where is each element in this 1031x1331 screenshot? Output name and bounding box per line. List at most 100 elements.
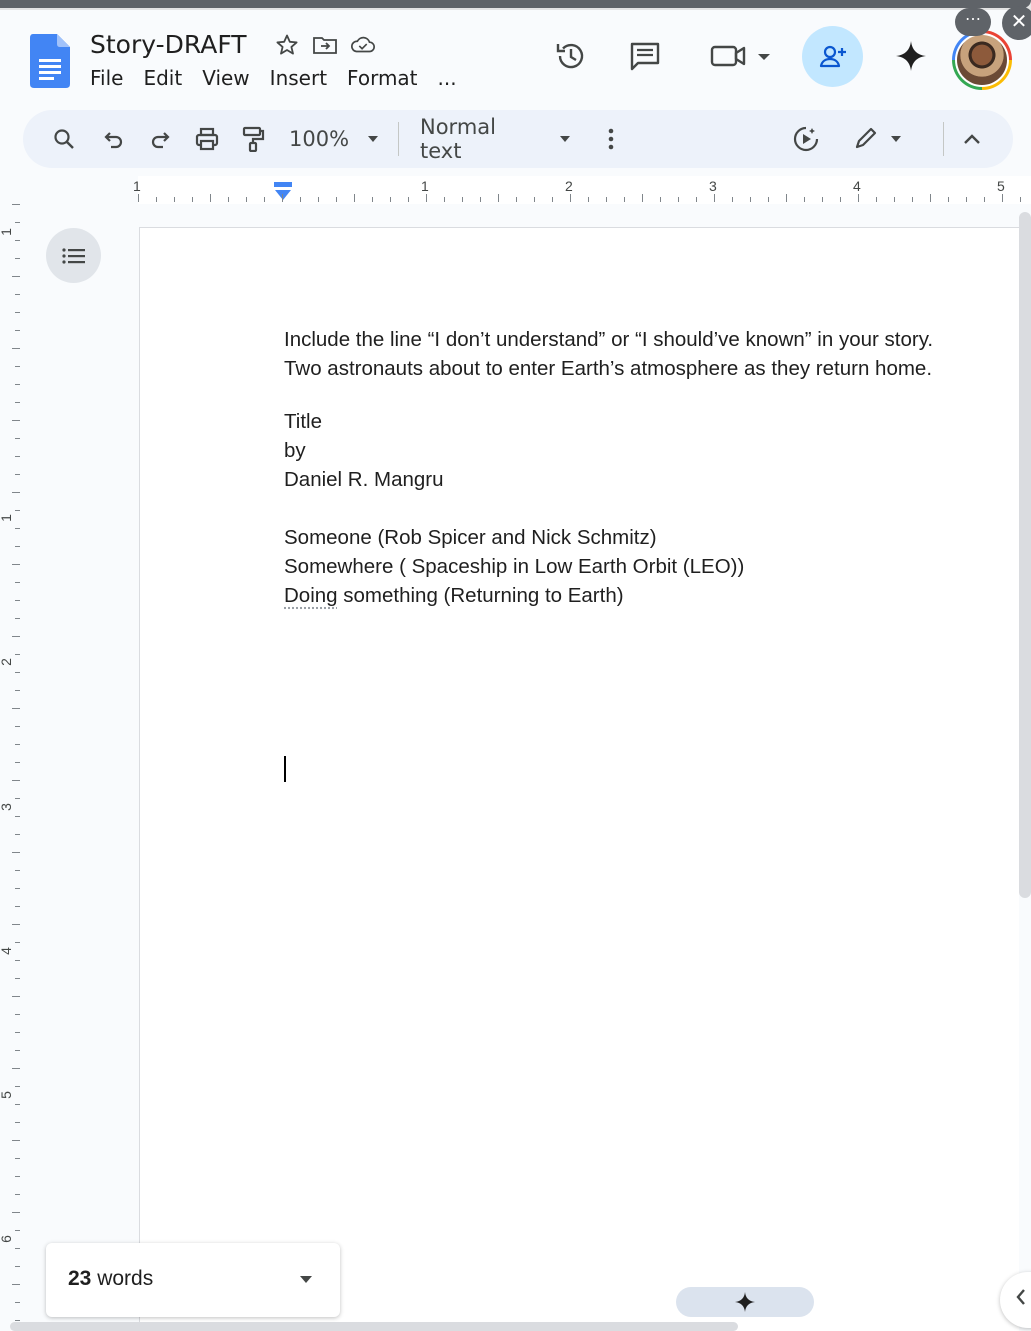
paragraph-style-select[interactable]: Normal text bbox=[420, 124, 538, 154]
menu-more[interactable]: ... bbox=[438, 66, 477, 90]
ruler-tick bbox=[138, 194, 139, 202]
horizontal-scrollbar[interactable] bbox=[10, 1322, 738, 1331]
ruler-tick bbox=[15, 546, 20, 547]
ruler-tick bbox=[15, 1302, 20, 1303]
ruler-tick bbox=[12, 708, 20, 709]
ruler-tick bbox=[15, 438, 20, 439]
more-options-badge[interactable]: ⋯ bbox=[955, 8, 991, 36]
zoom-select[interactable]: 100% bbox=[289, 124, 349, 154]
ruler-tick bbox=[15, 384, 20, 385]
ruler-tick bbox=[15, 366, 20, 367]
docs-logo-icon[interactable] bbox=[30, 34, 70, 88]
ruler-tick bbox=[228, 197, 229, 202]
ruler-tick bbox=[750, 197, 751, 202]
close-badge[interactable]: ✕ bbox=[1002, 6, 1031, 40]
ruler-tick bbox=[15, 1158, 20, 1159]
star-icon[interactable] bbox=[274, 32, 300, 58]
word-count-panel[interactable]: 23 words bbox=[46, 1243, 340, 1317]
ruler-tick bbox=[15, 978, 20, 979]
ruler-tick bbox=[15, 600, 20, 601]
ruler-tick bbox=[12, 924, 20, 925]
indent-marker-icon[interactable] bbox=[274, 182, 292, 202]
menu-format[interactable]: Format bbox=[347, 66, 437, 90]
menu-edit[interactable]: Edit bbox=[143, 66, 202, 90]
ruler-tick bbox=[15, 960, 20, 961]
version-history-icon[interactable] bbox=[551, 36, 591, 76]
document-body[interactable]: Include the line “I don’t understand” or… bbox=[284, 325, 933, 610]
meet-video-icon[interactable] bbox=[706, 36, 776, 76]
ruler-tick bbox=[15, 1320, 20, 1321]
word-count-dropdown-icon[interactable] bbox=[298, 1273, 314, 1285]
account-avatar[interactable] bbox=[952, 30, 1012, 90]
cloud-saved-icon[interactable] bbox=[350, 32, 376, 58]
ruler-number: 3 bbox=[0, 803, 14, 811]
ruler-tick bbox=[12, 780, 20, 781]
spelling-suggestion[interactable]: Doing bbox=[284, 584, 338, 607]
ruler-number: 2 bbox=[565, 178, 573, 194]
ruler-tick bbox=[15, 222, 20, 223]
gemini-button[interactable] bbox=[676, 1287, 814, 1317]
more-tools-icon[interactable] bbox=[601, 124, 621, 154]
ruler-tick bbox=[156, 197, 157, 202]
editing-mode-icon[interactable] bbox=[853, 124, 909, 154]
comments-icon[interactable] bbox=[625, 36, 665, 76]
ruler-tick bbox=[15, 1230, 20, 1231]
ruler-tick bbox=[984, 197, 985, 202]
ruler-tick bbox=[15, 1086, 20, 1087]
ruler-tick bbox=[12, 204, 20, 205]
ruler-tick bbox=[336, 197, 337, 202]
ruler-tick bbox=[12, 636, 20, 637]
collapse-menus-icon[interactable] bbox=[960, 124, 984, 154]
ruler-tick bbox=[15, 1014, 20, 1015]
move-to-folder-icon[interactable] bbox=[312, 32, 338, 58]
ruler-tick bbox=[606, 197, 607, 202]
print-icon[interactable] bbox=[192, 124, 222, 154]
ruler-number: 5 bbox=[0, 1091, 14, 1099]
ruler-number: 1 bbox=[133, 178, 141, 194]
menu-file[interactable]: File bbox=[90, 66, 143, 90]
ruler-tick bbox=[912, 197, 913, 202]
ruler-tick bbox=[15, 1194, 20, 1195]
ruler-tick bbox=[678, 197, 679, 202]
gemini-sparkle-icon[interactable] bbox=[891, 36, 931, 76]
ruler-tick bbox=[246, 197, 247, 202]
outline-list-icon bbox=[62, 247, 86, 265]
chevron-left-icon bbox=[1014, 1286, 1028, 1308]
menu-view[interactable]: View bbox=[202, 66, 269, 90]
ruler-tick bbox=[570, 194, 571, 202]
ruler-tick bbox=[15, 1248, 20, 1249]
ruler-tick bbox=[480, 197, 481, 202]
zoom-dropdown-icon[interactable] bbox=[363, 124, 383, 154]
doc-line: Somewhere ( Spaceship in Low Earth Orbit… bbox=[284, 552, 933, 581]
ruler-tick bbox=[12, 348, 20, 349]
ruler-tick bbox=[15, 402, 20, 403]
doc-line: Two astronauts about to enter Earth’s at… bbox=[284, 354, 933, 383]
ruler-tick bbox=[804, 197, 805, 202]
ruler-tick bbox=[15, 690, 20, 691]
document-title[interactable]: Story-DRAFT bbox=[90, 30, 247, 59]
redo-icon[interactable] bbox=[145, 124, 175, 154]
menu-insert[interactable]: Insert bbox=[270, 66, 347, 90]
document-outline-button[interactable] bbox=[46, 228, 101, 283]
paint-format-icon[interactable] bbox=[238, 124, 268, 154]
screen-reader-play-icon[interactable] bbox=[791, 124, 821, 154]
share-button[interactable] bbox=[802, 26, 863, 87]
ruler-tick bbox=[15, 258, 20, 259]
ruler-tick bbox=[15, 798, 20, 799]
search-menus-icon[interactable] bbox=[49, 124, 79, 154]
ruler-tick bbox=[15, 618, 20, 619]
doc-line: by bbox=[284, 436, 933, 465]
style-dropdown-icon[interactable] bbox=[555, 124, 575, 154]
ruler-tick bbox=[642, 194, 643, 202]
vertical-ruler[interactable]: 1 1 2 3 4 5 6 bbox=[0, 204, 22, 1331]
ruler-tick bbox=[534, 197, 535, 202]
ruler-tick bbox=[15, 744, 20, 745]
ruler-number: 3 bbox=[709, 178, 717, 194]
undo-icon[interactable] bbox=[99, 124, 129, 154]
horizontal-ruler[interactable]: 1 1 2 3 4 5 bbox=[23, 176, 1031, 204]
vertical-scrollbar[interactable] bbox=[1019, 212, 1031, 898]
ruler-tick bbox=[15, 1122, 20, 1123]
ruler-tick bbox=[768, 197, 769, 202]
gemini-sparkle-icon bbox=[734, 1291, 756, 1313]
ruler-tick bbox=[426, 194, 427, 202]
